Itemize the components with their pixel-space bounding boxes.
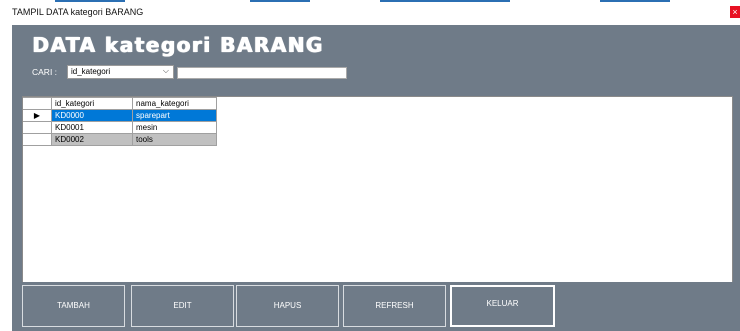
row-header[interactable] bbox=[23, 121, 52, 134]
close-icon[interactable]: × bbox=[730, 6, 740, 18]
table-row[interactable]: ▶ KD0000 sparepart bbox=[23, 109, 217, 122]
title-bar: TAMPIL DATA kategori BARANG × bbox=[0, 0, 740, 25]
chevron-down-icon[interactable]: ⌵ bbox=[163, 66, 169, 76]
edit-button[interactable]: EDIT bbox=[131, 285, 234, 327]
title-bar-accent bbox=[250, 0, 310, 2]
refresh-button[interactable]: REFRESH bbox=[343, 285, 446, 327]
app-window: TAMPIL DATA kategori BARANG × DATA kateg… bbox=[0, 0, 740, 331]
search-input[interactable] bbox=[177, 67, 347, 79]
form-body: DATA kategori BARANG CARI : id_kategori … bbox=[12, 25, 740, 331]
title-bar-accent bbox=[55, 0, 125, 2]
column-header-nama-kategori[interactable]: nama_kategori bbox=[132, 97, 217, 110]
cell-id-kategori[interactable]: KD0000 bbox=[51, 109, 133, 122]
title-bar-accent bbox=[600, 0, 670, 2]
window-title: TAMPIL DATA kategori BARANG bbox=[12, 7, 144, 17]
table-row[interactable]: KD0001 mesin bbox=[23, 121, 217, 134]
page-title: DATA kategori BARANG bbox=[32, 33, 324, 57]
cell-nama-kategori[interactable]: tools bbox=[132, 133, 217, 146]
table-row[interactable]: KD0002 tools bbox=[23, 133, 217, 146]
search-field-dropdown[interactable]: id_kategori ⌵ bbox=[67, 65, 174, 79]
title-bar-accent bbox=[380, 0, 510, 2]
cell-nama-kategori[interactable]: mesin bbox=[132, 121, 217, 134]
cell-id-kategori[interactable]: KD0001 bbox=[51, 121, 133, 134]
tambah-button[interactable]: TAMBAH bbox=[22, 285, 125, 327]
cell-nama-kategori[interactable]: sparepart bbox=[132, 109, 217, 122]
row-header-corner bbox=[23, 97, 52, 110]
keluar-button[interactable]: KELUAR bbox=[450, 285, 555, 327]
hapus-button[interactable]: HAPUS bbox=[236, 285, 339, 327]
search-field-value: id_kategori bbox=[71, 67, 111, 76]
data-grid[interactable]: id_kategori nama_kategori ▶ KD0000 spare… bbox=[22, 96, 733, 284]
column-header-id-kategori[interactable]: id_kategori bbox=[51, 97, 133, 110]
row-header[interactable] bbox=[23, 133, 52, 146]
cell-id-kategori[interactable]: KD0002 bbox=[51, 133, 133, 146]
button-bar: TAMBAH EDIT HAPUS REFRESH KELUAR bbox=[12, 282, 740, 331]
table-header-row: id_kategori nama_kategori bbox=[23, 97, 217, 110]
current-row-icon[interactable]: ▶ bbox=[23, 109, 52, 122]
search-label: CARI : bbox=[32, 67, 58, 77]
data-table: id_kategori nama_kategori ▶ KD0000 spare… bbox=[23, 97, 217, 146]
